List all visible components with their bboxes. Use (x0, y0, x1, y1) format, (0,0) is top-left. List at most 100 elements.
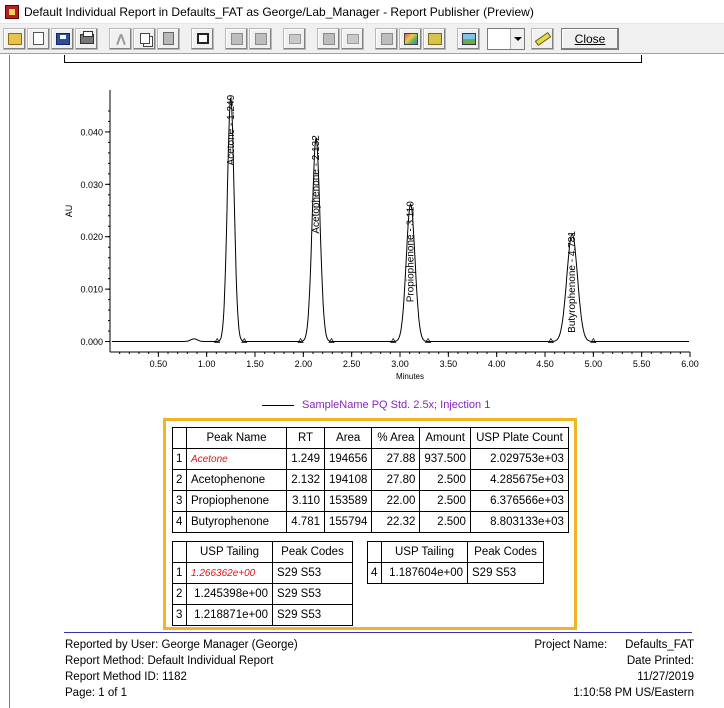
report-method: Report Method: Default Individual Report (65, 655, 274, 667)
column-header: % Area (371, 427, 421, 449)
row-index: 1 (172, 448, 187, 470)
paste-button[interactable] (157, 27, 180, 50)
column-header: Area (323, 427, 373, 449)
reported-by: Reported by User: George Manager (George… (65, 639, 298, 651)
project-value: Defaults_FAT (625, 639, 694, 651)
table-row: 4 Butyrophenone 4.781 155794 22.32 2.500… (172, 511, 569, 533)
table-header-row: USP Tailing Peak Codes (367, 541, 544, 563)
header-frame (64, 55, 642, 63)
pct-area-cell: 27.80 (371, 469, 421, 491)
report-publisher-app-icon[interactable] (5, 4, 19, 19)
x-tick-label: 1.00 (198, 359, 216, 369)
save-icon (55, 32, 70, 45)
x-tick-label: 3.50 (440, 359, 458, 369)
table-row: 4 1.187604e+00 S29 S53 (367, 562, 544, 584)
amount-cell: 2.500 (419, 469, 471, 491)
font-button[interactable] (341, 27, 364, 50)
text-style-button[interactable] (317, 27, 340, 50)
chromatogram-trace (111, 97, 689, 342)
row-index: 3 (172, 604, 187, 626)
align-left-button[interactable] (225, 27, 248, 50)
usp-tailing-table-right: USP Tailing Peak Codes 4 1.187604e+00 S2… (367, 541, 544, 584)
row-index: 2 (172, 469, 187, 491)
table-row: 2 1.245398e+00 S29 S53 (172, 583, 353, 605)
x-tick-label: 2.00 (295, 359, 313, 369)
paste-icon (163, 32, 174, 45)
rt-cell: 2.132 (286, 469, 325, 491)
picture-icon (461, 32, 476, 45)
y-tick-label: 0.020 (80, 232, 103, 242)
table-row: 1 1.266362e+00 S29 S53 (172, 562, 353, 584)
table-header-row: Peak Name RT Area % Area Amount USP Plat… (172, 427, 569, 449)
table-row: 3 1.218871e+00 S29 S53 (172, 604, 353, 626)
column-header: RT (286, 427, 325, 449)
column-header: USP Tailing (381, 541, 468, 563)
usp-tailing-table-left: USP Tailing Peak Codes 1 1.266362e+00 S2… (172, 541, 353, 626)
zoom-combo[interactable] (487, 27, 525, 50)
footer-left: Reported by User: George Manager (George… (65, 637, 298, 701)
open-button[interactable] (3, 27, 26, 50)
column-header: USP Tailing (186, 541, 273, 563)
y-tick-label: 0.010 (80, 285, 103, 295)
open-icon (7, 32, 22, 45)
project-label: Project Name: (534, 639, 608, 651)
amount-cell: 2.500 (419, 511, 471, 533)
x-tick-label: 1.50 (246, 359, 264, 369)
picture-button[interactable] (423, 27, 446, 50)
copy-button[interactable] (133, 27, 156, 50)
date-printed-label: Date Printed: (626, 655, 694, 667)
copy-icon (139, 33, 150, 44)
x-tick-label: 0.50 (150, 359, 168, 369)
y-tick-label: 0.030 (80, 180, 103, 190)
grid-button[interactable] (283, 27, 306, 50)
index-header (172, 541, 187, 563)
rt-cell: 4.781 (286, 511, 325, 533)
text-style-icon (322, 32, 335, 45)
column-header: Peak Codes (467, 541, 544, 563)
print-button[interactable] (75, 27, 98, 50)
x-tick-label: 4.00 (488, 359, 506, 369)
table-header-row: USP Tailing Peak Codes (172, 541, 353, 563)
peak-name-cell: Acetophenone (186, 469, 287, 491)
y-tick-label: 0.000 (80, 337, 103, 347)
palette-button[interactable] (399, 27, 422, 50)
report-method-id: Report Method ID: 1182 (65, 671, 187, 683)
edit-button[interactable] (531, 27, 554, 50)
window-title: Default Individual Report in Defaults_FA… (24, 4, 534, 19)
legend-line-swatch (262, 404, 294, 406)
align-right-button[interactable] (249, 27, 272, 50)
frame-button[interactable] (191, 27, 214, 50)
peak-codes-cell: S29 S53 (272, 583, 353, 605)
close-button[interactable]: Close (561, 27, 619, 50)
insert-picture-button[interactable] (457, 27, 480, 50)
area-cell: 194108 (323, 469, 373, 491)
x-tick-label: 4.50 (536, 359, 554, 369)
time-value: 1:10:58 PM US/Eastern (573, 687, 694, 699)
usp-tailing-cell: 1.187604e+00 (381, 562, 468, 584)
peak-label: Butyrophenone - 4.781 (567, 231, 578, 333)
date-value: 11/27/2019 (637, 671, 694, 683)
usp-tailing-cell: 1.266362e+00 (186, 562, 273, 584)
footer-divider (64, 632, 692, 633)
new-page-button[interactable] (27, 27, 50, 50)
save-button[interactable] (51, 27, 74, 50)
chevron-down-icon[interactable] (510, 28, 524, 49)
results-highlight-box: Peak Name RT Area % Area Amount USP Plat… (163, 418, 577, 630)
plate-count-cell: 4.285675e+03 (469, 469, 569, 491)
usp-tailing-cell: 1.218871e+00 (186, 604, 273, 626)
index-header (172, 427, 187, 449)
chart-legend: SampleName PQ Std. 2.5x; Injection 1 (262, 398, 490, 412)
insert-field-button[interactable] (375, 27, 398, 50)
table-row: 1 Acetone 1.249 194656 27.88 937.500 2.0… (172, 448, 569, 470)
row-index: 2 (172, 583, 187, 605)
x-axis-label: Minutes (396, 372, 424, 381)
row-index: 1 (172, 562, 187, 584)
peak-codes-cell: S29 S53 (467, 562, 544, 584)
x-tick-label: 5.00 (585, 359, 603, 369)
table-row: 3 Propiophenone 3.110 153589 22.00 2.500… (172, 490, 569, 512)
amount-cell: 937.500 (419, 448, 471, 470)
rt-cell: 1.249 (286, 448, 325, 470)
area-cell: 194656 (323, 448, 373, 470)
cut-icon (114, 33, 128, 45)
cut-button[interactable] (109, 27, 132, 50)
